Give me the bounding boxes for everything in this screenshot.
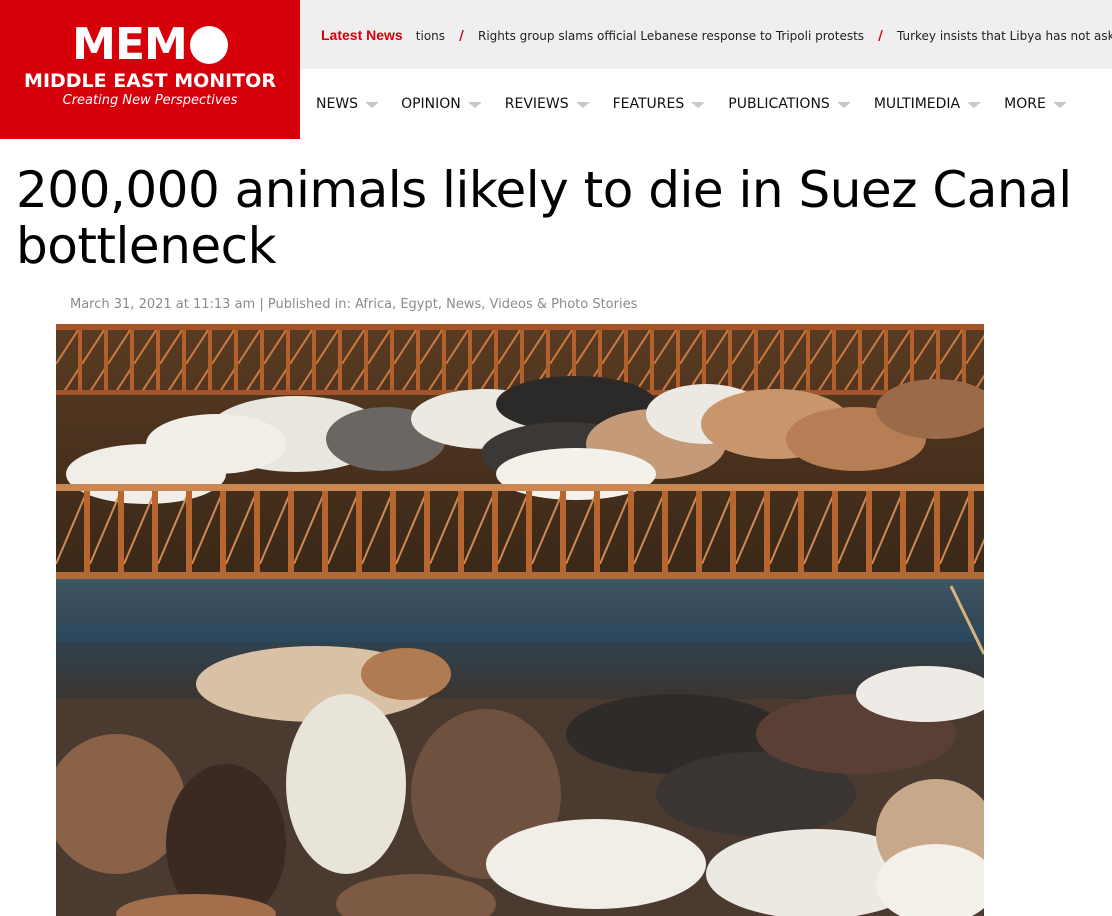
- article-date: March 31, 2021 at 11:13 am: [70, 297, 256, 312]
- chevron-down-icon: [575, 102, 590, 108]
- article-hero-image: [56, 324, 984, 916]
- latest-news-ticker: Latest News tions / Rights group slams o…: [300, 0, 1112, 69]
- ticker-separator: /: [459, 29, 464, 44]
- nav-item-features[interactable]: FEATURES: [613, 96, 706, 112]
- logo-site-name: MIDDLE EAST MONITOR: [24, 70, 276, 92]
- nav-item-label: MULTIMEDIA: [873, 96, 961, 112]
- ticker-label: Latest News: [321, 27, 403, 43]
- chevron-down-icon: [365, 102, 380, 108]
- nav-item-label: OPINION: [401, 96, 461, 112]
- chevron-down-icon: [836, 102, 851, 108]
- nav-item-opinion[interactable]: OPINION: [401, 96, 482, 112]
- nav-item-label: FEATURES: [612, 96, 685, 112]
- nav-item-news[interactable]: NEWS: [316, 96, 380, 112]
- logo-tagline: Creating New Perspectives: [62, 93, 238, 108]
- logo-wordmark: MEM: [0, 22, 300, 68]
- logo-circle-icon: [189, 26, 228, 64]
- meta-separator: |: [259, 297, 264, 312]
- category-link-africa[interactable]: Africa: [355, 297, 392, 312]
- main-nav: NEWS OPINION REVIEWS FEATURES PUBLICATIO…: [300, 69, 1112, 139]
- nav-item-label: NEWS: [316, 96, 359, 112]
- nav-item-publications[interactable]: PUBLICATIONS: [728, 96, 851, 112]
- article-title: 200,000 animals likely to die in Suez Ca…: [16, 161, 1072, 275]
- nav-item-label: REVIEWS: [504, 96, 569, 112]
- chevron-down-icon: [1052, 102, 1067, 108]
- published-in-label: Published in:: [267, 297, 351, 312]
- logo-brand-text: MEM: [72, 19, 188, 70]
- ticker-separator: /: [878, 29, 883, 44]
- ticker-item[interactable]: Rights group slams official Lebanese res…: [478, 29, 864, 43]
- chevron-down-icon: [967, 102, 982, 108]
- ticker-item[interactable]: Turkey insists that Libya has not asked …: [897, 29, 1112, 43]
- ticker-item[interactable]: tions: [416, 29, 445, 43]
- category-link-news[interactable]: News: [446, 297, 481, 312]
- nav-item-label: PUBLICATIONS: [728, 96, 830, 112]
- category-link-egypt[interactable]: Egypt: [400, 297, 438, 312]
- category-link-videos-photo-stories[interactable]: Videos & Photo Stories: [490, 297, 638, 312]
- site-header: MEM MIDDLE EAST MONITOR Creating New Per…: [0, 0, 1112, 139]
- chevron-down-icon: [467, 102, 482, 108]
- nav-item-more[interactable]: MORE: [1004, 96, 1067, 112]
- cattle-ship-photo: [56, 324, 984, 916]
- site-logo[interactable]: MEM MIDDLE EAST MONITOR Creating New Per…: [0, 0, 300, 139]
- nav-item-label: MORE: [1004, 96, 1046, 112]
- chevron-down-icon: [691, 102, 706, 108]
- nav-item-reviews[interactable]: REVIEWS: [505, 96, 590, 112]
- nav-item-multimedia[interactable]: MULTIMEDIA: [873, 96, 982, 112]
- article-meta: March 31, 2021 at 11:13 am | Published i…: [70, 297, 638, 312]
